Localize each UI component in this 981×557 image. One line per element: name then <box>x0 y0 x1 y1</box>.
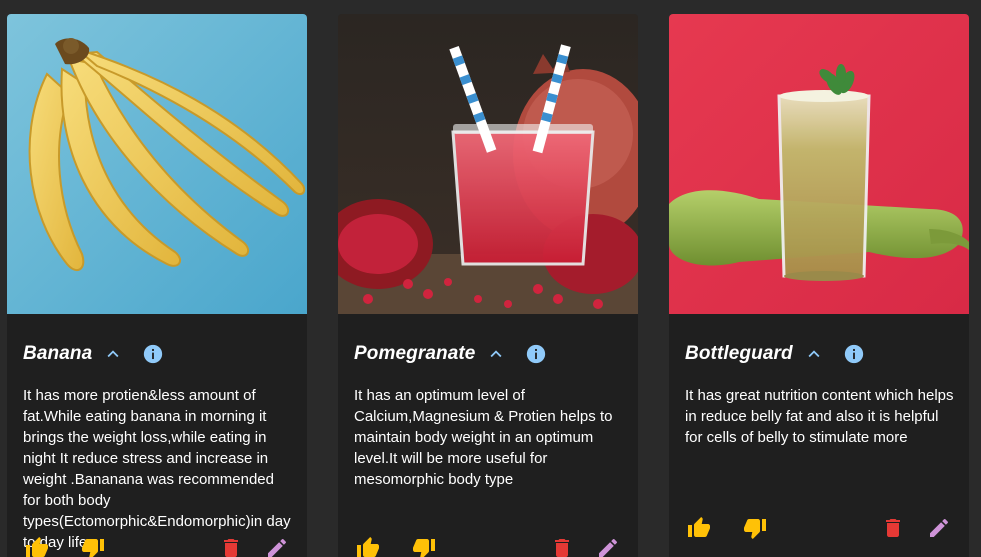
info-icon[interactable] <box>525 343 547 365</box>
card-title: Pomegranate <box>354 343 476 364</box>
chevron-up-icon[interactable] <box>485 343 507 365</box>
banana-image <box>7 14 307 314</box>
pencil-icon[interactable] <box>594 534 622 557</box>
trash-icon[interactable] <box>879 514 907 542</box>
card-actions <box>669 514 969 542</box>
card-actions <box>7 534 307 557</box>
trash-icon[interactable] <box>217 534 245 557</box>
pomegranate-image <box>338 14 638 314</box>
pencil-icon[interactable] <box>925 514 953 542</box>
card-title: Banana <box>23 343 93 364</box>
thumb-down-icon[interactable] <box>410 534 438 557</box>
bottleguard-image <box>669 14 969 314</box>
card-description: It has more protien&less amount of fat.W… <box>23 387 291 551</box>
card-description: It has an optimum level of Calcium,Magne… <box>354 387 613 488</box>
food-card-banana: Banana It has more protien&less amount o… <box>7 14 307 557</box>
info-icon[interactable] <box>142 343 164 365</box>
thumb-up-icon[interactable] <box>23 534 51 557</box>
trash-icon[interactable] <box>548 534 576 557</box>
card-header: Banana <box>23 341 164 367</box>
food-card-pomegranate: Pomegranate It has an optimum level of C… <box>338 14 638 557</box>
thumb-up-icon[interactable] <box>354 534 382 557</box>
pencil-icon[interactable] <box>263 534 291 557</box>
chevron-up-icon[interactable] <box>102 343 124 365</box>
card-actions <box>338 534 638 557</box>
card-description: It has great nutrition content which hel… <box>685 387 954 446</box>
card-header: Pomegranate <box>354 341 547 367</box>
card-header: Bottleguard <box>685 341 865 367</box>
thumb-up-icon[interactable] <box>685 514 713 542</box>
thumb-down-icon[interactable] <box>741 514 769 542</box>
food-card-bottleguard: Bottleguard It has great nutrition conte… <box>669 14 969 557</box>
chevron-up-icon[interactable] <box>803 343 825 365</box>
info-icon[interactable] <box>843 343 865 365</box>
card-title: Bottleguard <box>685 343 793 364</box>
thumb-down-icon[interactable] <box>79 534 107 557</box>
